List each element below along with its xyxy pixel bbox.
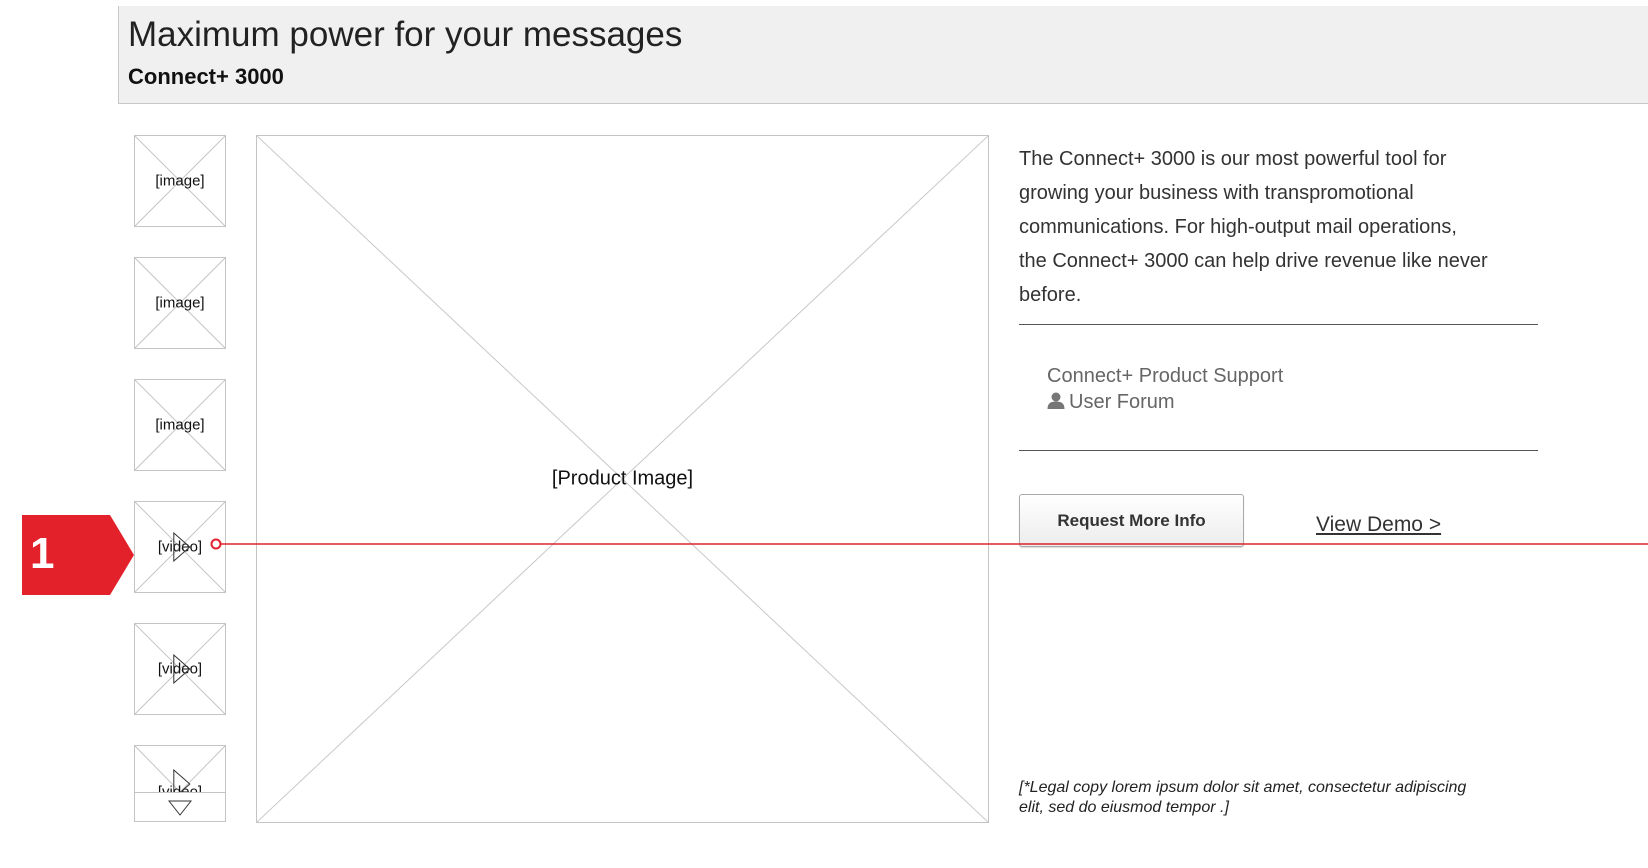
- page-header: Maximum power for your messages Connect+…: [118, 6, 1648, 104]
- product-support-link[interactable]: Connect+ Product Support: [1047, 365, 1283, 388]
- play-icon: [173, 654, 191, 684]
- thumbnail-scroll-down-button[interactable]: [134, 792, 226, 822]
- play-icon: [173, 532, 191, 562]
- thumbnail-image-1[interactable]: [image]: [134, 135, 226, 227]
- chevron-down-icon: [168, 800, 192, 816]
- view-demo-link[interactable]: View Demo >: [1316, 513, 1441, 537]
- play-icon: [173, 769, 191, 792]
- page-title: Maximum power for your messages: [128, 15, 683, 54]
- thumbnail-label: [image]: [155, 172, 205, 190]
- thumbnail-label: [image]: [155, 416, 205, 434]
- annotation-number: 1: [30, 529, 55, 578]
- user-icon: [1047, 392, 1065, 409]
- thumbnail-image-2[interactable]: [image]: [134, 257, 226, 349]
- product-name: Connect+ 3000: [128, 64, 284, 89]
- thumbnail-image-3[interactable]: [image]: [134, 379, 226, 471]
- divider: [1019, 450, 1538, 451]
- user-forum-link[interactable]: User Forum: [1047, 391, 1175, 414]
- request-more-info-button[interactable]: Request More Info: [1019, 494, 1244, 547]
- main-image-label: [Product Image]: [551, 467, 694, 490]
- divider: [1019, 324, 1538, 325]
- thumbnail-video-2[interactable]: [video]: [134, 623, 226, 715]
- legal-copy: [*Legal copy lorem ipsum dolor sit amet,…: [1019, 779, 1467, 816]
- thumbnail-label: [image]: [155, 294, 205, 312]
- user-forum-label: User Forum: [1069, 391, 1175, 413]
- thumbnail-video-1[interactable]: [video]: [134, 501, 226, 593]
- thumbnail-video-3[interactable]: [video]: [134, 745, 226, 793]
- product-description: The Connect+ 3000 is our most powerful t…: [1019, 148, 1488, 306]
- main-product-image: [Product Image]: [256, 135, 989, 823]
